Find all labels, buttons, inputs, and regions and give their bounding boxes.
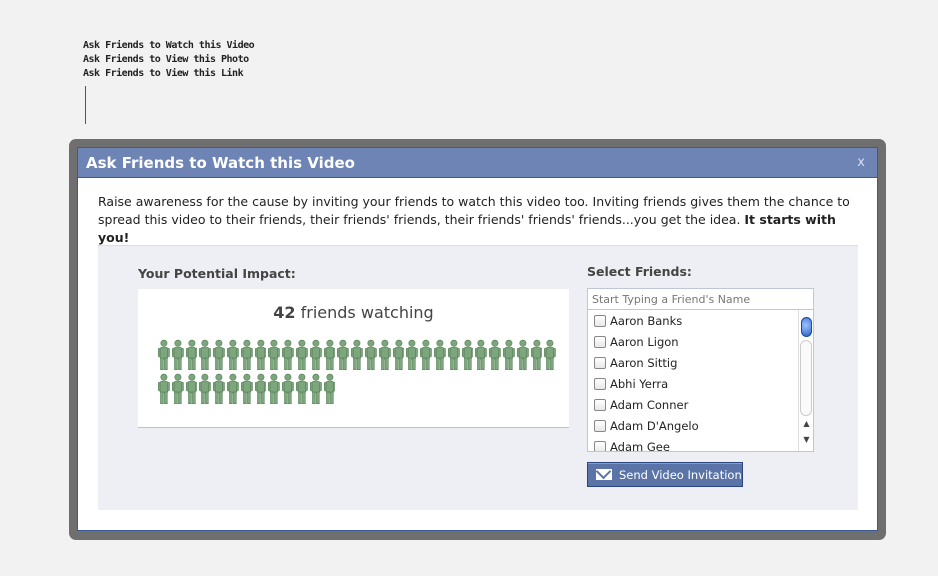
send-invitation-button[interactable]: Send Video Invitation (587, 462, 743, 487)
scrollbar-thumb[interactable] (801, 317, 812, 337)
friend-item[interactable]: Adam Conner (588, 394, 813, 415)
invite-dialog: Ask Friends to Watch this Video x Raise … (77, 147, 878, 531)
friend-name: Adam Conner (610, 397, 689, 412)
person-icon (489, 339, 501, 370)
friend-list: Aaron Banks Aaron Ligon Aaron Sittig Abh… (587, 310, 814, 452)
friend-name: Adam Gee (610, 439, 670, 452)
friend-checkbox[interactable] (594, 356, 606, 369)
friend-checkbox[interactable] (594, 419, 606, 432)
person-icon (461, 339, 474, 370)
friend-checkbox[interactable] (594, 440, 606, 451)
person-icon (351, 339, 363, 370)
person-icon (227, 373, 239, 404)
friend-list-scrollbar[interactable]: ▲ ▼ (798, 310, 813, 451)
send-invitation-label: Send Video Invitation (619, 467, 742, 482)
envelope-icon (596, 469, 612, 480)
person-icon (213, 373, 225, 404)
scroll-up-icon[interactable]: ▲ (801, 418, 812, 430)
person-icon (447, 339, 460, 370)
friend-search-input[interactable] (587, 288, 814, 310)
person-icon (282, 339, 294, 370)
person-icon (365, 339, 377, 370)
person-icon (158, 373, 170, 404)
friend-name: Aaron Sittig (610, 355, 678, 370)
link-view-photo[interactable]: Ask Friends to View this Photo (83, 53, 254, 67)
text-cursor (85, 86, 86, 124)
person-icon (296, 339, 308, 370)
person-icon (268, 339, 281, 370)
ask-friends-links: Ask Friends to Watch this Video Ask Frie… (83, 39, 255, 81)
person-icon (323, 339, 336, 370)
person-icon (323, 373, 336, 404)
friend-checkbox[interactable] (594, 398, 606, 411)
scrollbar-track[interactable] (800, 340, 812, 416)
person-icon (171, 339, 184, 370)
friend-name: Aaron Ligon (610, 334, 679, 349)
watch-count: 42 friends watching (138, 303, 569, 322)
link-watch-video[interactable]: Ask Friends to Watch this Video (83, 39, 255, 53)
person-icon (240, 339, 253, 370)
person-icon (475, 339, 488, 370)
friend-item[interactable]: Aaron Ligon (588, 331, 813, 352)
friend-item[interactable]: Abhi Yerra (588, 373, 813, 394)
person-icon (296, 373, 308, 404)
person-icon (268, 373, 281, 404)
friend-name: Aaron Banks (610, 313, 683, 328)
friend-item[interactable]: Aaron Banks (588, 310, 813, 331)
impact-title: Your Potential Impact: (138, 266, 296, 281)
friend-item[interactable]: Aaron Sittig (588, 352, 813, 373)
person-icon (158, 339, 170, 370)
watch-count-number: 42 (273, 303, 296, 322)
friend-item[interactable]: Adam Gee (588, 436, 813, 452)
people-grid (158, 339, 558, 405)
person-icon (337, 339, 350, 370)
person-icon (171, 373, 184, 404)
person-icon (240, 373, 253, 404)
dialog-title: Ask Friends to Watch this Video (86, 154, 355, 172)
friend-item[interactable]: Adam D'Angelo (588, 415, 813, 436)
person-icon (282, 373, 294, 404)
person-icon (309, 373, 322, 404)
person-icon (420, 339, 432, 370)
person-icon (309, 339, 322, 370)
dialog-header: Ask Friends to Watch this Video x (78, 148, 877, 178)
impact-box: 42 friends watching (138, 289, 569, 428)
friend-name: Adam D'Angelo (610, 418, 699, 433)
invite-panel: Your Potential Impact: 42 friends watchi… (98, 245, 858, 510)
person-icon (213, 339, 225, 370)
person-icon (254, 373, 267, 404)
friend-checkbox[interactable] (594, 314, 606, 327)
close-icon[interactable]: x (857, 148, 865, 178)
intro-body: Raise awareness for the cause by invitin… (98, 194, 850, 227)
person-icon (392, 339, 405, 370)
watch-count-label: friends watching (295, 303, 434, 322)
person-icon (516, 339, 529, 370)
scroll-down-icon[interactable]: ▼ (801, 434, 812, 446)
person-icon (544, 339, 557, 370)
person-icon (227, 339, 239, 370)
person-icon (254, 339, 267, 370)
friend-checkbox[interactable] (594, 335, 606, 348)
person-icon (378, 339, 391, 370)
person-icon (406, 339, 419, 370)
person-icon (185, 373, 198, 404)
friend-checkbox[interactable] (594, 377, 606, 390)
person-icon (199, 339, 212, 370)
person-icon (433, 339, 446, 370)
person-icon (502, 339, 515, 370)
select-friends-title: Select Friends: (587, 264, 692, 279)
person-icon (185, 339, 198, 370)
person-icon (199, 373, 212, 404)
link-view-link[interactable]: Ask Friends to View this Link (83, 67, 254, 81)
friend-name: Abhi Yerra (610, 376, 669, 391)
intro-text: Raise awareness for the cause by invitin… (98, 193, 858, 247)
person-icon (530, 339, 543, 370)
